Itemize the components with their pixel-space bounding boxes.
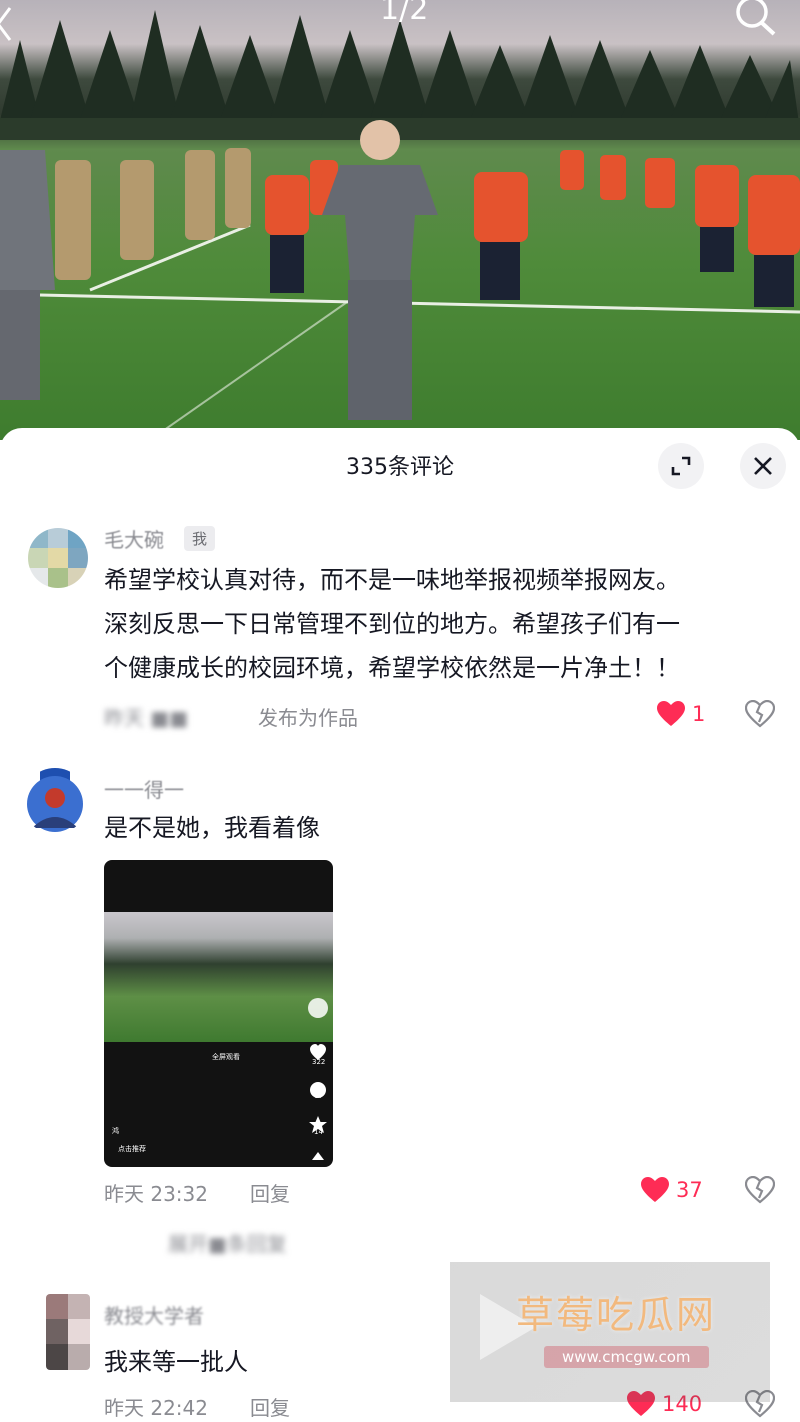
watermark-url: www.cmcgw.com (544, 1346, 709, 1368)
avatar[interactable] (46, 1294, 90, 1370)
site-watermark: 草莓吃瓜网 www.cmcgw.com (450, 1262, 770, 1402)
comment-username[interactable]: 教授大学者 (104, 1300, 204, 1329)
watermark-title: 草莓吃瓜网 (516, 1293, 717, 1337)
page-indicator: 1/2 (380, 0, 429, 27)
comment-time: 昨天 22:42 (104, 1396, 208, 1420)
reply-link[interactable]: 回复 (250, 1392, 290, 1421)
video-player[interactable]: 1/2 (0, 0, 800, 440)
video-frame (0, 10, 800, 440)
